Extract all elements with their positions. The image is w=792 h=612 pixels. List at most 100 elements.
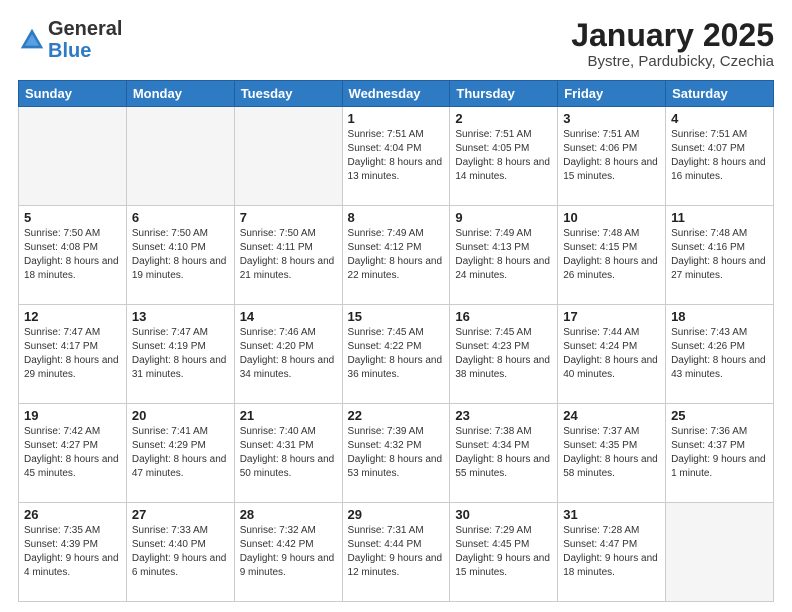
month-title: January 2025 [571, 18, 774, 53]
day-number: 26 [24, 507, 121, 522]
day-number: 22 [348, 408, 445, 423]
title-block: January 2025 Bystre, Pardubicky, Czechia [571, 18, 774, 70]
week-row-5: 26 Sunrise: 7:35 AM Sunset: 4:39 PM Dayli… [19, 503, 774, 602]
day-info: Sunrise: 7:48 AM Sunset: 4:15 PM Dayligh… [563, 227, 660, 283]
calendar-header-row: Sunday Monday Tuesday Wednesday Thursday… [19, 81, 774, 107]
day-cell: 31 Sunrise: 7:28 AM Sunset: 4:47 PM Dayli… [558, 503, 666, 602]
day-info: Sunrise: 7:46 AM Sunset: 4:20 PM Dayligh… [240, 326, 337, 382]
header-monday: Monday [126, 81, 234, 107]
week-row-1: 1 Sunrise: 7:51 AM Sunset: 4:04 PM Daylig… [19, 107, 774, 206]
day-info: Sunrise: 7:44 AM Sunset: 4:24 PM Dayligh… [563, 326, 660, 382]
day-cell: 22 Sunrise: 7:39 AM Sunset: 4:32 PM Dayli… [342, 404, 450, 503]
day-cell: 7 Sunrise: 7:50 AM Sunset: 4:11 PM Daylig… [234, 206, 342, 305]
header: General Blue January 2025 Bystre, Pardub… [18, 18, 774, 70]
header-wednesday: Wednesday [342, 81, 450, 107]
header-sunday: Sunday [19, 81, 127, 107]
day-number: 13 [132, 309, 229, 324]
day-number: 6 [132, 210, 229, 225]
day-info: Sunrise: 7:33 AM Sunset: 4:40 PM Dayligh… [132, 524, 229, 580]
day-cell: 25 Sunrise: 7:36 AM Sunset: 4:37 PM Dayli… [666, 404, 774, 503]
day-number: 31 [563, 507, 660, 522]
day-cell: 10Sunrise: 7:48 AM Sunset: 4:15 PM Dayli… [558, 206, 666, 305]
day-cell: 24Sunrise: 7:37 AM Sunset: 4:35 PM Dayli… [558, 404, 666, 503]
day-info: Sunrise: 7:51 AM Sunset: 4:07 PM Dayligh… [671, 128, 768, 184]
day-cell [666, 503, 774, 602]
day-info: Sunrise: 7:39 AM Sunset: 4:32 PM Dayligh… [348, 425, 445, 481]
calendar: Sunday Monday Tuesday Wednesday Thursday… [18, 80, 774, 602]
day-info: Sunrise: 7:47 AM Sunset: 4:17 PM Dayligh… [24, 326, 121, 382]
header-thursday: Thursday [450, 81, 558, 107]
day-number: 17 [563, 309, 660, 324]
day-info: Sunrise: 7:47 AM Sunset: 4:19 PM Dayligh… [132, 326, 229, 382]
logo: General Blue [18, 18, 122, 62]
week-row-4: 19 Sunrise: 7:42 AM Sunset: 4:27 PM Dayli… [19, 404, 774, 503]
day-info: Sunrise: 7:48 AM Sunset: 4:16 PM Dayligh… [671, 227, 768, 283]
day-info: Sunrise: 7:32 AM Sunset: 4:42 PM Dayligh… [240, 524, 337, 580]
day-info: Sunrise: 7:51 AM Sunset: 4:06 PM Dayligh… [563, 128, 660, 184]
page: General Blue January 2025 Bystre, Pardub… [0, 0, 792, 612]
day-cell: 20Sunrise: 7:41 AM Sunset: 4:29 PM Dayli… [126, 404, 234, 503]
day-number: 3 [563, 111, 660, 126]
day-info: Sunrise: 7:42 AM Sunset: 4:27 PM Dayligh… [24, 425, 121, 481]
day-cell: 11 Sunrise: 7:48 AM Sunset: 4:16 PM Dayli… [666, 206, 774, 305]
logo-blue-text: Blue [48, 40, 91, 62]
day-number: 1 [348, 111, 445, 126]
day-info: Sunrise: 7:36 AM Sunset: 4:37 PM Dayligh… [671, 425, 768, 481]
day-cell: 2 Sunrise: 7:51 AM Sunset: 4:05 PM Daylig… [450, 107, 558, 206]
day-cell: 13 Sunrise: 7:47 AM Sunset: 4:19 PM Dayli… [126, 305, 234, 404]
logo-general-text: General [48, 18, 122, 40]
day-cell: 4Sunrise: 7:51 AM Sunset: 4:07 PM Daylig… [666, 107, 774, 206]
day-number: 27 [132, 507, 229, 522]
day-cell: 5 Sunrise: 7:50 AM Sunset: 4:08 PM Daylig… [19, 206, 127, 305]
day-cell: 16Sunrise: 7:45 AM Sunset: 4:23 PM Dayli… [450, 305, 558, 404]
day-cell: 26 Sunrise: 7:35 AM Sunset: 4:39 PM Dayli… [19, 503, 127, 602]
day-number: 11 [671, 210, 768, 225]
day-number: 18 [671, 309, 768, 324]
day-cell [126, 107, 234, 206]
day-number: 2 [455, 111, 552, 126]
day-cell: 12 Sunrise: 7:47 AM Sunset: 4:17 PM Dayli… [19, 305, 127, 404]
day-cell: 6 Sunrise: 7:50 AM Sunset: 4:10 PM Daylig… [126, 206, 234, 305]
day-cell: 9Sunrise: 7:49 AM Sunset: 4:13 PM Daylig… [450, 206, 558, 305]
logo-text: General Blue [48, 18, 122, 62]
day-number: 14 [240, 309, 337, 324]
day-cell: 17 Sunrise: 7:44 AM Sunset: 4:24 PM Dayli… [558, 305, 666, 404]
day-info: Sunrise: 7:40 AM Sunset: 4:31 PM Dayligh… [240, 425, 337, 481]
day-info: Sunrise: 7:45 AM Sunset: 4:22 PM Dayligh… [348, 326, 445, 382]
day-cell: 28Sunrise: 7:32 AM Sunset: 4:42 PM Dayli… [234, 503, 342, 602]
day-cell [234, 107, 342, 206]
day-info: Sunrise: 7:50 AM Sunset: 4:08 PM Dayligh… [24, 227, 121, 283]
day-number: 7 [240, 210, 337, 225]
day-info: Sunrise: 7:37 AM Sunset: 4:35 PM Dayligh… [563, 425, 660, 481]
day-cell: 15 Sunrise: 7:45 AM Sunset: 4:22 PM Dayli… [342, 305, 450, 404]
day-info: Sunrise: 7:50 AM Sunset: 4:11 PM Dayligh… [240, 227, 337, 283]
day-info: Sunrise: 7:49 AM Sunset: 4:12 PM Dayligh… [348, 227, 445, 283]
day-cell: 3 Sunrise: 7:51 AM Sunset: 4:06 PM Daylig… [558, 107, 666, 206]
day-number: 5 [24, 210, 121, 225]
day-info: Sunrise: 7:29 AM Sunset: 4:45 PM Dayligh… [455, 524, 552, 580]
logo-icon [18, 26, 46, 54]
day-number: 15 [348, 309, 445, 324]
day-info: Sunrise: 7:28 AM Sunset: 4:47 PM Dayligh… [563, 524, 660, 580]
day-cell: 30Sunrise: 7:29 AM Sunset: 4:45 PM Dayli… [450, 503, 558, 602]
day-info: Sunrise: 7:31 AM Sunset: 4:44 PM Dayligh… [348, 524, 445, 580]
day-cell: 8Sunrise: 7:49 AM Sunset: 4:12 PM Daylig… [342, 206, 450, 305]
day-number: 9 [455, 210, 552, 225]
day-info: Sunrise: 7:51 AM Sunset: 4:05 PM Dayligh… [455, 128, 552, 184]
day-number: 20 [132, 408, 229, 423]
day-info: Sunrise: 7:35 AM Sunset: 4:39 PM Dayligh… [24, 524, 121, 580]
header-tuesday: Tuesday [234, 81, 342, 107]
day-info: Sunrise: 7:38 AM Sunset: 4:34 PM Dayligh… [455, 425, 552, 481]
day-info: Sunrise: 7:51 AM Sunset: 4:04 PM Dayligh… [348, 128, 445, 184]
day-number: 19 [24, 408, 121, 423]
day-info: Sunrise: 7:43 AM Sunset: 4:26 PM Dayligh… [671, 326, 768, 382]
day-cell: 1 Sunrise: 7:51 AM Sunset: 4:04 PM Daylig… [342, 107, 450, 206]
week-row-3: 12 Sunrise: 7:47 AM Sunset: 4:17 PM Dayli… [19, 305, 774, 404]
day-number: 29 [348, 507, 445, 522]
day-number: 25 [671, 408, 768, 423]
day-number: 12 [24, 309, 121, 324]
week-row-2: 5 Sunrise: 7:50 AM Sunset: 4:08 PM Daylig… [19, 206, 774, 305]
day-info: Sunrise: 7:50 AM Sunset: 4:10 PM Dayligh… [132, 227, 229, 283]
day-number: 16 [455, 309, 552, 324]
header-friday: Friday [558, 81, 666, 107]
